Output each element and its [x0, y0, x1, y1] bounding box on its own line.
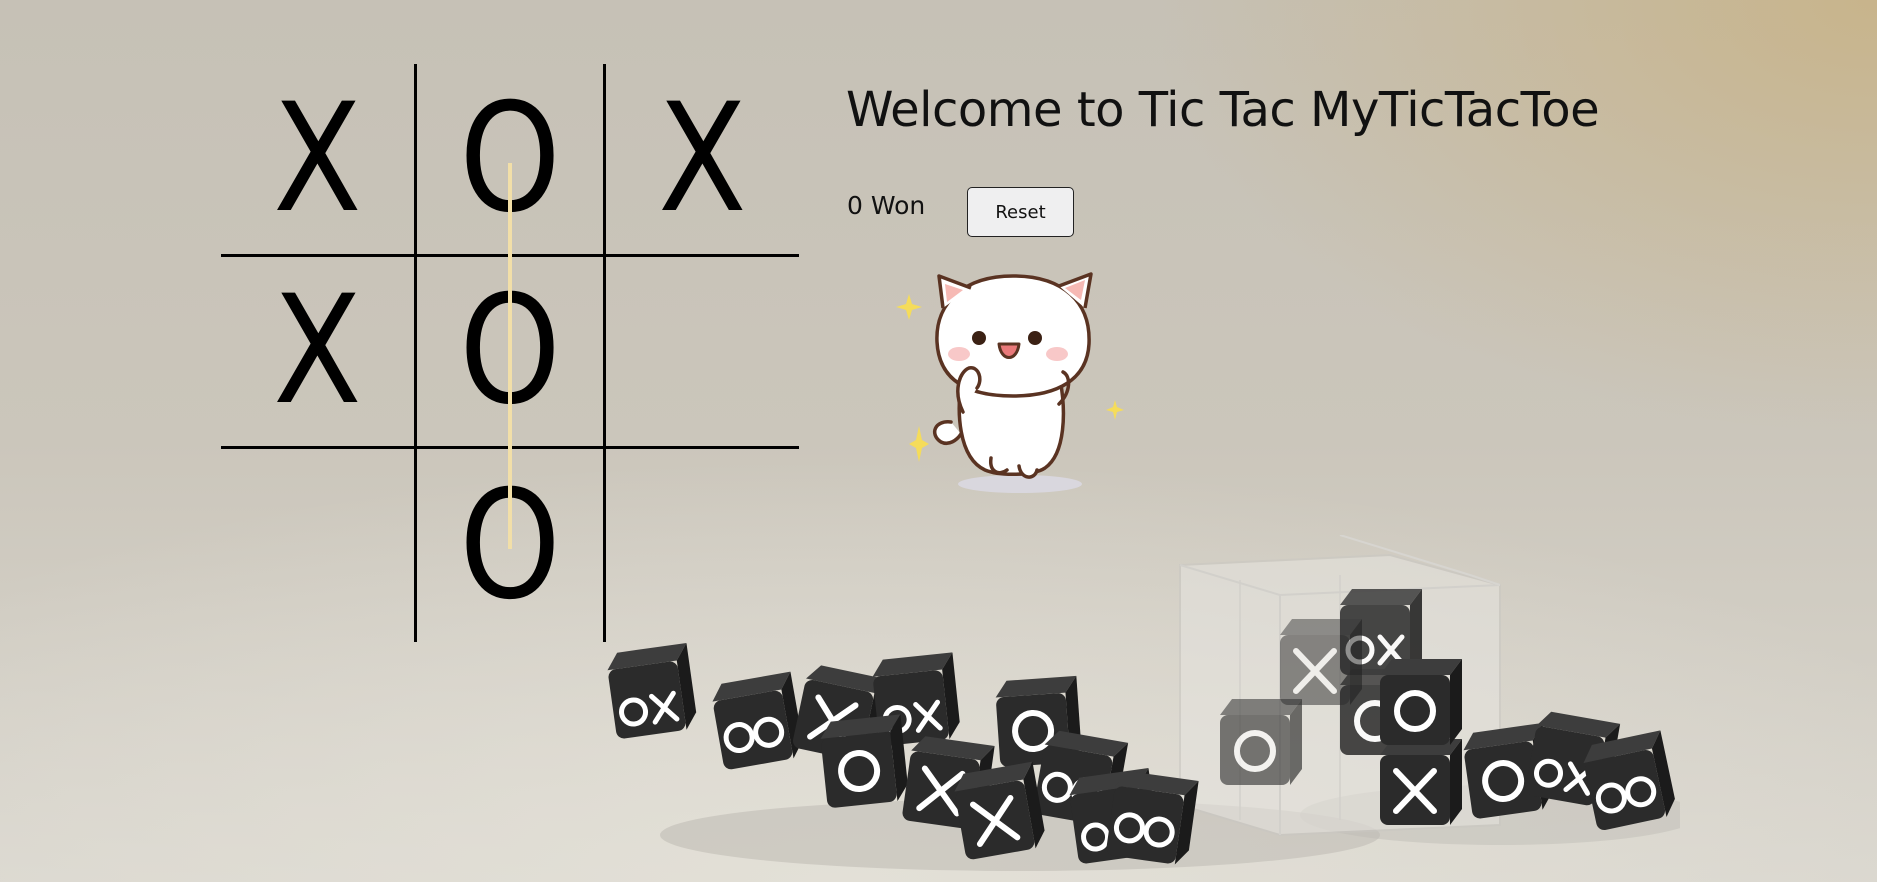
board-cell-4[interactable]: X [221, 257, 414, 450]
cell-mark: X [658, 71, 747, 246]
tic-tac-toe-dice-illustration-icon [600, 535, 1680, 871]
cell-mark: X [273, 264, 362, 439]
board-cell-5[interactable]: O [413, 256, 607, 450]
cell-mark: O [459, 71, 561, 246]
board-cell-2[interactable]: O [413, 64, 607, 257]
page-title: Welcome to Tic Tac MyTicTacToe [846, 82, 1600, 138]
happy-cat-sticker-icon [896, 272, 1124, 493]
board-cell-7[interactable] [221, 449, 414, 642]
board-cell-6[interactable] [606, 257, 799, 450]
board-cell-1[interactable]: X [221, 64, 414, 257]
board-cell-3[interactable]: X [606, 64, 799, 257]
cell-mark: X [273, 71, 362, 246]
cell-mark: O [459, 458, 561, 633]
reset-button[interactable]: Reset [967, 187, 1074, 237]
win-counter: 0 Won [847, 191, 926, 220]
cell-mark: O [459, 264, 561, 439]
board-cell-8[interactable]: O [413, 449, 607, 642]
